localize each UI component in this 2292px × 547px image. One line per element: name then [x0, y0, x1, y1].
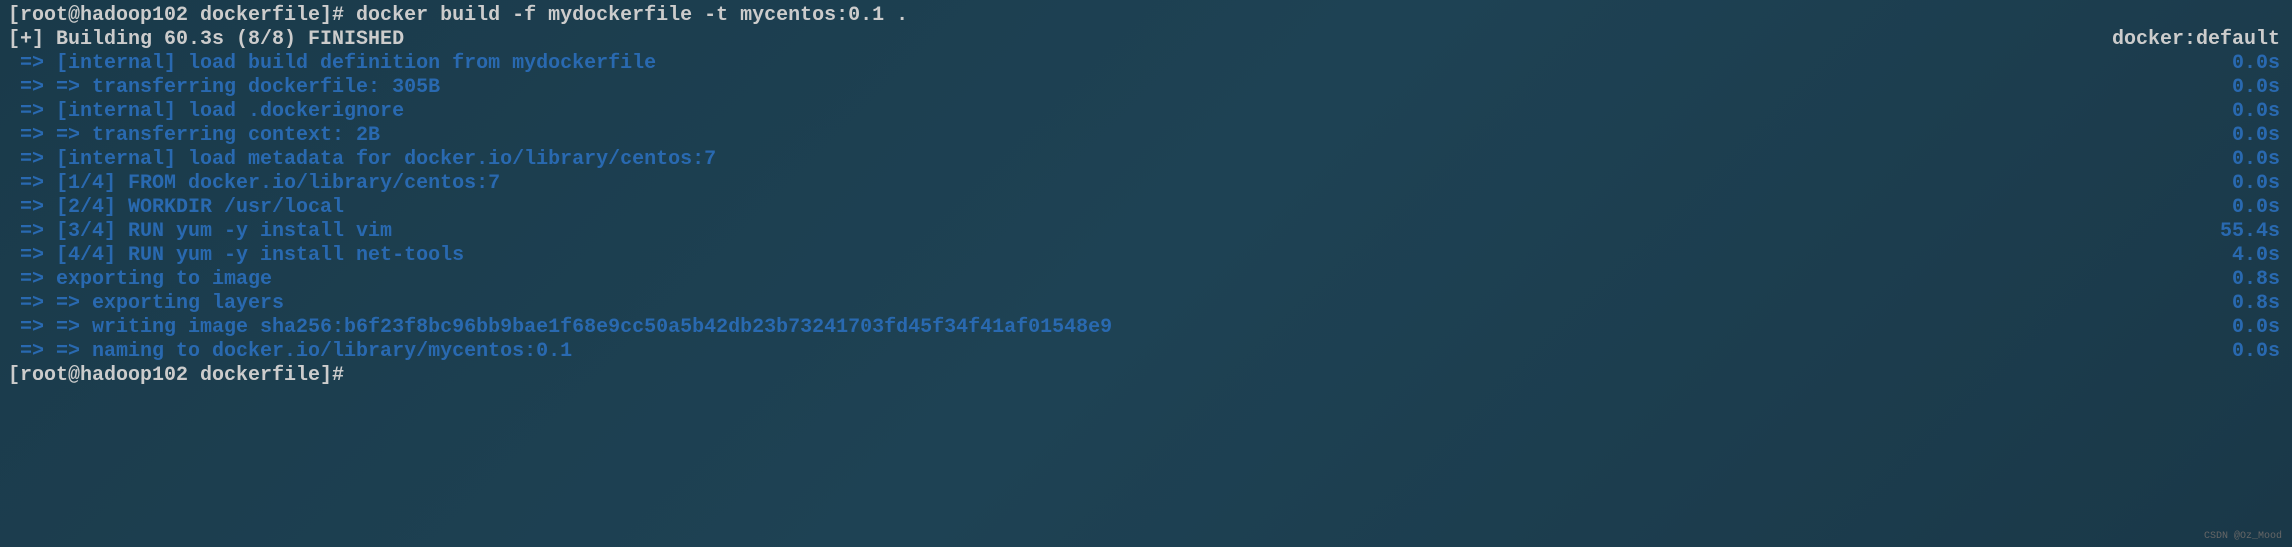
build-step-text: => => writing image sha256:b6f23f8bc96bb…	[8, 316, 2232, 340]
build-step-text: => => exporting layers	[8, 292, 2232, 316]
docker-default-label: docker:default	[2112, 28, 2284, 52]
build-step-row: => [1/4] FROM docker.io/library/centos:7…	[8, 172, 2284, 196]
build-step-time: 0.0s	[2232, 124, 2284, 148]
build-step-row: => [internal] load build definition from…	[8, 52, 2284, 76]
watermark: CSDN @Oz_Mood	[2204, 531, 2282, 543]
build-step-time: 55.4s	[2220, 220, 2284, 244]
build-step-text: => [internal] load metadata for docker.i…	[8, 148, 2232, 172]
command-text: [root@hadoop102 dockerfile]# docker buil…	[8, 4, 2284, 28]
build-step-text: => [3/4] RUN yum -y install vim	[8, 220, 2220, 244]
prompt-text: [root@hadoop102 dockerfile]#	[8, 364, 2284, 388]
build-step-text: => exporting to image	[8, 268, 2232, 292]
build-step-row: => => exporting layers0.8s	[8, 292, 2284, 316]
build-step-row: => => transferring context: 2B0.0s	[8, 124, 2284, 148]
build-step-row: => => naming to docker.io/library/mycent…	[8, 340, 2284, 364]
build-step-text: => => transferring dockerfile: 305B	[8, 76, 2232, 100]
build-step-row: => [3/4] RUN yum -y install vim55.4s	[8, 220, 2284, 244]
build-step-time: 0.0s	[2232, 340, 2284, 364]
build-step-time: 0.8s	[2232, 292, 2284, 316]
build-step-time: 0.0s	[2232, 196, 2284, 220]
build-step-time: 0.0s	[2232, 316, 2284, 340]
build-step-text: => [2/4] WORKDIR /usr/local	[8, 196, 2232, 220]
build-step-time: 0.0s	[2232, 148, 2284, 172]
build-step-text: => => transferring context: 2B	[8, 124, 2232, 148]
build-steps-container: => [internal] load build definition from…	[8, 52, 2284, 364]
build-step-row: => [2/4] WORKDIR /usr/local0.0s	[8, 196, 2284, 220]
build-step-row: => => transferring dockerfile: 305B0.0s	[8, 76, 2284, 100]
build-step-text: => [1/4] FROM docker.io/library/centos:7	[8, 172, 2232, 196]
build-step-time: 0.0s	[2232, 100, 2284, 124]
building-status-line: [+] Building 60.3s (8/8) FINISHED docker…	[8, 28, 2284, 52]
build-step-text: => [4/4] RUN yum -y install net-tools	[8, 244, 2232, 268]
build-step-time: 0.0s	[2232, 172, 2284, 196]
build-step-row: => [internal] load metadata for docker.i…	[8, 148, 2284, 172]
build-step-time: 0.8s	[2232, 268, 2284, 292]
command-line-1: [root@hadoop102 dockerfile]# docker buil…	[8, 4, 2284, 28]
build-step-time: 0.0s	[2232, 52, 2284, 76]
command-line-last: [root@hadoop102 dockerfile]#	[8, 364, 2284, 388]
build-step-text: => [internal] load build definition from…	[8, 52, 2232, 76]
build-step-text: => => naming to docker.io/library/mycent…	[8, 340, 2232, 364]
build-step-row: => [4/4] RUN yum -y install net-tools4.0…	[8, 244, 2284, 268]
build-step-time: 0.0s	[2232, 76, 2284, 100]
build-step-time: 4.0s	[2232, 244, 2284, 268]
build-step-text: => [internal] load .dockerignore	[8, 100, 2232, 124]
build-step-row: => exporting to image0.8s	[8, 268, 2284, 292]
building-status: [+] Building 60.3s (8/8) FINISHED	[8, 28, 2112, 52]
build-step-row: => => writing image sha256:b6f23f8bc96bb…	[8, 316, 2284, 340]
build-step-row: => [internal] load .dockerignore0.0s	[8, 100, 2284, 124]
